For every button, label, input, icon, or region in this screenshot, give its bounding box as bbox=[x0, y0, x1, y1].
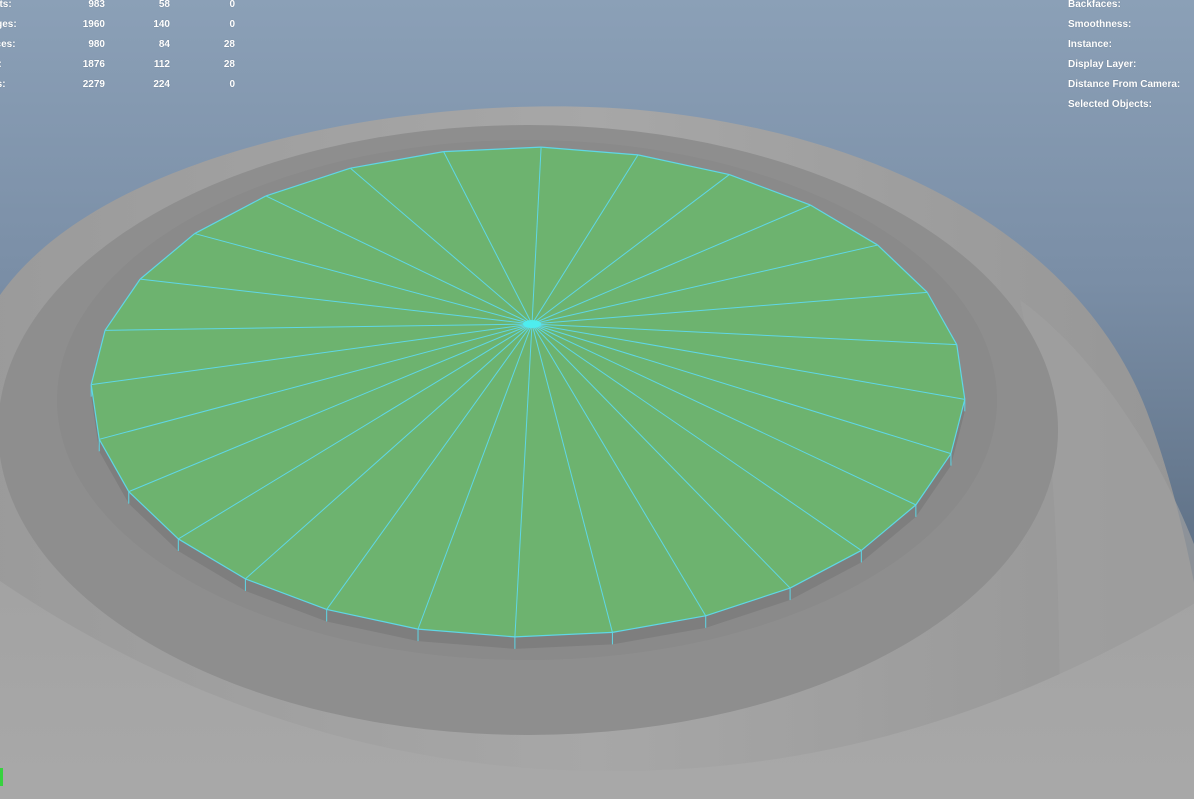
hud-stat-value: 28 bbox=[223, 59, 235, 70]
hud-stat-value: 140 bbox=[153, 19, 170, 30]
hud-object-info: Backfaces: Smoothness: Instance: Display La… bbox=[1068, 0, 1180, 115]
hud-info-label: Instance: bbox=[1068, 39, 1112, 50]
hud-info-label: Display Layer: bbox=[1068, 59, 1137, 70]
hud-info-label: Distance From Camera: bbox=[1068, 79, 1181, 90]
hud-stat-value: 1960 bbox=[82, 19, 105, 30]
hud-stat-value: 28 bbox=[223, 39, 235, 50]
hud-stat-value: 0 bbox=[229, 19, 235, 30]
3d-viewport[interactable]: erts: 983 58 0 dges: 1960 140 0 aces: 980 84 28 is: 1… bbox=[0, 0, 1194, 799]
hud-stat-value: 2279 bbox=[82, 79, 105, 90]
hud-stat-value: 983 bbox=[88, 0, 105, 10]
hud-stat-label: dges: bbox=[0, 19, 17, 30]
cap-center-vertex bbox=[523, 320, 541, 328]
hud-stat-label: aces: bbox=[0, 39, 16, 50]
hud-stat-value: 58 bbox=[158, 0, 170, 10]
hud-info-label: Selected Objects: bbox=[1068, 99, 1152, 110]
hud-stat-value: 1876 bbox=[82, 59, 105, 70]
viewport-axis-marker bbox=[0, 768, 3, 786]
hud-stat-value: 0 bbox=[229, 79, 235, 90]
hud-stat-label: erts: bbox=[0, 0, 12, 10]
hud-stat-label: is: bbox=[0, 55, 50, 75]
hud-stat-value: 980 bbox=[88, 39, 105, 50]
hud-stat-value: 112 bbox=[153, 59, 170, 70]
hud-stat-value: 84 bbox=[158, 39, 170, 50]
hud-stat-label: Vs: bbox=[0, 79, 6, 90]
scene-canvas[interactable] bbox=[0, 0, 1194, 799]
hud-stat-value: 0 bbox=[229, 0, 235, 10]
hud-info-label: Backfaces: bbox=[1068, 0, 1121, 10]
hud-stat-value: 224 bbox=[153, 79, 170, 90]
hud-info-label: Smoothness: bbox=[1068, 19, 1132, 30]
